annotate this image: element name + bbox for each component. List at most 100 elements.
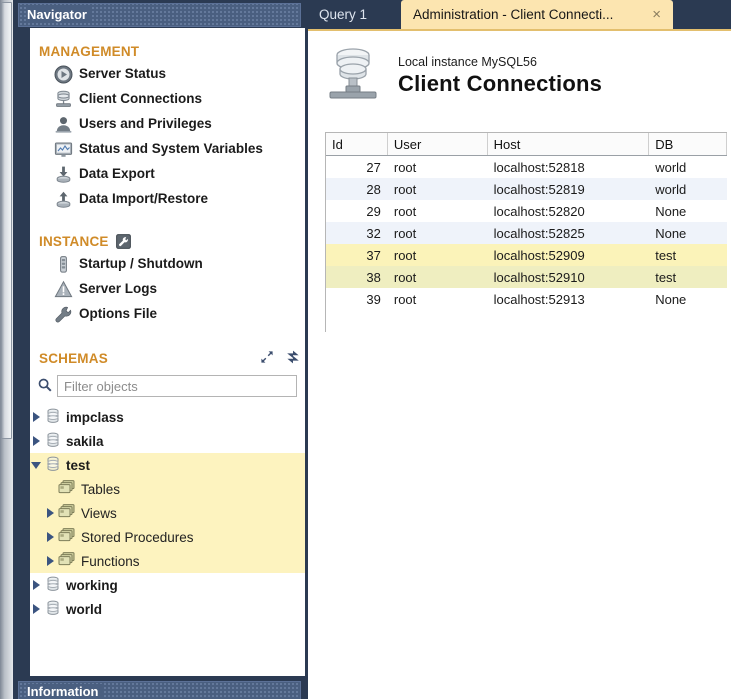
- tree-item-working[interactable]: working: [30, 573, 309, 597]
- sidebar-item-options-file[interactable]: Options File: [30, 301, 309, 326]
- sidebar-item-startup-shutdown[interactable]: Startup / Shutdown: [30, 251, 309, 276]
- tree-item-functions[interactable]: Functions: [30, 549, 309, 573]
- chevron-down-icon[interactable]: [30, 458, 44, 472]
- chevron-right-icon[interactable]: [44, 530, 58, 544]
- table-header-row: Id User Host DB: [326, 133, 727, 156]
- information-panel-title: Information: [27, 684, 103, 699]
- column-header-id[interactable]: Id: [326, 133, 388, 155]
- sidebar-item-label: Data Export: [79, 166, 155, 181]
- table-row[interactable]: 32 root localhost:52825 None: [326, 222, 727, 244]
- schema-icon: [44, 431, 66, 451]
- cell-id: 27: [366, 159, 381, 175]
- sidebar-item-label: Client Connections: [79, 91, 203, 106]
- cell-db: None: [655, 225, 687, 241]
- chevron-right-icon[interactable]: [30, 410, 44, 424]
- schemas-toolbar: [259, 349, 301, 365]
- table-row[interactable]: 38 root localhost:52910 test: [326, 266, 727, 288]
- navigator-content: MANAGEMENT Server Status Client Connecti…: [30, 28, 309, 676]
- schemas-heading: SCHEMAS: [30, 348, 309, 368]
- sidebar-item-data-import-restore[interactable]: Data Import/Restore: [30, 186, 309, 211]
- upload-icon: [52, 188, 76, 210]
- schema-icon: [44, 455, 66, 475]
- sidebar-item-label: Status and System Variables: [79, 141, 263, 156]
- table-row[interactable]: 28 root localhost:52819 world: [326, 178, 727, 200]
- page-title: Client Connections: [398, 71, 603, 96]
- sidebar-item-users-and-privileges[interactable]: Users and Privileges: [30, 111, 309, 136]
- chevron-right-icon[interactable]: [30, 602, 44, 616]
- cell-id: 37: [366, 247, 381, 263]
- connections-table[interactable]: Id User Host DB 27 root localhost:52818 …: [325, 132, 727, 332]
- sidebar-item-label: Startup / Shutdown: [79, 256, 203, 271]
- page-header-text: Local instance MySQL56 Client Connection…: [398, 55, 602, 97]
- column-header-db[interactable]: DB: [649, 133, 727, 155]
- management-heading: MANAGEMENT: [30, 41, 309, 61]
- tree-item-label: Stored Procedures: [81, 529, 194, 545]
- editor-area: Query 1 Administration - Client Connecti…: [305, 0, 731, 699]
- tree-item-test[interactable]: test: [30, 453, 309, 477]
- window-scrollbar-thumb[interactable]: [1, 2, 12, 439]
- column-header-user[interactable]: User: [388, 133, 488, 155]
- cell-host: localhost:52910: [493, 269, 585, 285]
- tree-item-world[interactable]: world: [30, 597, 309, 621]
- chevron-right-icon[interactable]: [30, 578, 44, 592]
- cell-host: localhost:52909: [493, 247, 585, 263]
- sidebar-item-status-and-system-variables[interactable]: Status and System Variables: [30, 136, 309, 161]
- monitor-chart-icon: [52, 138, 76, 160]
- schema-filter-row: Filter objects: [30, 375, 309, 397]
- table-row[interactable]: 37 root localhost:52909 test: [326, 244, 727, 266]
- instance-heading: INSTANCE: [30, 231, 309, 251]
- schema-tree: impclass sakila test Tables Views Stored…: [30, 405, 309, 621]
- information-panel-header: Information: [18, 681, 301, 699]
- cell-user: root: [393, 225, 417, 241]
- management-heading-label: MANAGEMENT: [39, 43, 140, 59]
- cell-id: 39: [366, 291, 381, 307]
- column-header-host[interactable]: Host: [488, 133, 650, 155]
- cell-host: localhost:52913: [493, 291, 585, 307]
- cell-db: test: [655, 269, 677, 285]
- expand-collapse-icon[interactable]: [259, 349, 275, 365]
- table-row[interactable]: 39 root localhost:52913 None: [326, 288, 727, 310]
- cell-db: world: [655, 159, 687, 175]
- user-icon: [52, 113, 76, 135]
- tree-item-sakila[interactable]: sakila: [30, 429, 309, 453]
- filter-objects-input[interactable]: Filter objects: [57, 375, 297, 397]
- cell-id: 28: [366, 181, 381, 197]
- cell-db: None: [655, 291, 687, 307]
- cell-host: localhost:52819: [493, 181, 585, 197]
- schema-icon: [44, 575, 66, 595]
- sidebar-item-data-export[interactable]: Data Export: [30, 161, 309, 186]
- sidebar-item-label: Options File: [79, 306, 158, 321]
- chevron-right-icon[interactable]: [30, 434, 44, 448]
- tree-item-tables[interactable]: Tables: [30, 477, 309, 501]
- cell-host: localhost:52818: [493, 159, 585, 175]
- table-row[interactable]: 29 root localhost:52820 None: [326, 200, 727, 222]
- cell-db: world: [655, 181, 687, 197]
- sidebar-item-client-connections[interactable]: Client Connections: [30, 86, 309, 111]
- tree-item-views[interactable]: Views: [30, 501, 309, 525]
- window-vertical-scrollbar[interactable]: [0, 0, 13, 699]
- cell-id: 32: [366, 225, 381, 241]
- tree-item-impclass[interactable]: impclass: [30, 405, 309, 429]
- tree-item-label: working: [66, 577, 118, 593]
- tree-item-label: test: [66, 457, 91, 473]
- warning-triangle-icon: [52, 278, 76, 300]
- chevron-right-icon[interactable]: [44, 506, 58, 520]
- mysql-instance-icon: [322, 45, 386, 107]
- table-row[interactable]: 27 root localhost:52818 world: [326, 156, 727, 178]
- tab-query-1[interactable]: Query 1: [307, 0, 379, 29]
- play-circle-icon: [52, 63, 76, 85]
- tree-item-stored-procedures[interactable]: Stored Procedures: [30, 525, 309, 549]
- tree-item-label: world: [66, 601, 102, 617]
- tab-strip: Query 1 Administration - Client Connecti…: [305, 0, 731, 29]
- cell-db: None: [655, 203, 687, 219]
- tree-item-label: impclass: [66, 409, 124, 425]
- close-icon[interactable]: ×: [642, 6, 661, 23]
- sidebar-item-server-logs[interactable]: Server Logs: [30, 276, 309, 301]
- download-icon: [52, 163, 76, 185]
- sidebar-item-server-status[interactable]: Server Status: [30, 61, 309, 86]
- cell-host: localhost:52825: [493, 225, 585, 241]
- navigator-panel: Navigator MANAGEMENT Server Status Clien…: [13, 0, 309, 699]
- chevron-right-icon[interactable]: [44, 554, 58, 568]
- tab-administration-client-connections[interactable]: Administration - Client Connecti... ×: [401, 0, 673, 29]
- refresh-icon[interactable]: [285, 349, 301, 365]
